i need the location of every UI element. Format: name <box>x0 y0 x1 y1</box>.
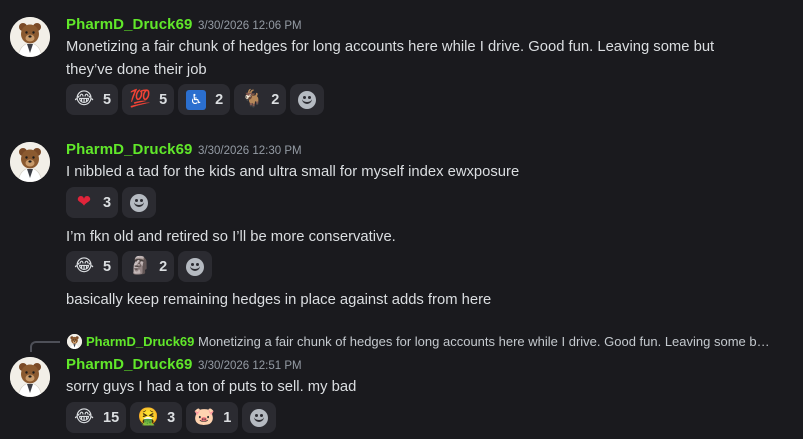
reaction[interactable]: 😂 5 <box>66 84 119 115</box>
reaction[interactable]: ❤ 3 <box>66 187 119 218</box>
reaction-count: 5 <box>103 91 112 108</box>
reaction-count: 1 <box>223 409 232 426</box>
timestamp[interactable]: 3/30/2026 12:06 PM <box>198 20 302 32</box>
avatar[interactable] <box>10 17 50 57</box>
joy-emoji-icon: 😂 <box>74 407 94 427</box>
username[interactable]: PharmD_Druck69 <box>66 141 192 158</box>
reaction[interactable]: 🗿 2 <box>122 251 175 282</box>
smile-plus-icon <box>250 408 269 427</box>
reaction[interactable]: ♿ 2 <box>178 84 231 115</box>
reply-avatar[interactable] <box>67 334 82 349</box>
reply-connector <box>30 341 60 352</box>
reaction[interactable]: 💯 5 <box>122 84 175 115</box>
message-text: basically keep remaining hedges in place… <box>66 292 492 308</box>
reaction-count: 15 <box>103 409 120 426</box>
username[interactable]: PharmD_Druck69 <box>66 356 192 373</box>
message-text: sorry guys I had a ton of puts to sell. … <box>66 379 357 395</box>
reaction[interactable]: 😂 5 <box>66 251 119 282</box>
timestamp[interactable]: 3/30/2026 12:30 PM <box>198 145 302 157</box>
joy-emoji-icon: 😂 <box>74 89 94 109</box>
hundred-emoji-icon: 💯 <box>129 89 151 109</box>
bear-avatar-icon <box>10 357 50 397</box>
vomit-emoji-icon: 🤮 <box>137 407 159 427</box>
bear-avatar-icon <box>10 17 50 57</box>
reaction-count: 2 <box>215 91 224 108</box>
reply-username[interactable]: PharmD_Druck69 <box>86 334 194 349</box>
custom-emoji-icon: 🗿 <box>129 256 151 276</box>
message-text: I’m fkn old and retired so I’ll be more … <box>66 229 396 245</box>
reaction-count: 3 <box>103 194 112 211</box>
message-text: I nibbled a tad for the kids and ultra s… <box>66 164 520 180</box>
avatar[interactable] <box>10 142 50 182</box>
reaction-count: 3 <box>167 409 176 426</box>
goat-emoji-icon: 🐐 <box>241 89 263 109</box>
reaction-count: 5 <box>103 258 112 275</box>
message-text-line-1: Monetizing a fair chunk of hedges for lo… <box>66 39 715 55</box>
smile-plus-icon <box>298 90 317 109</box>
username[interactable]: PharmD_Druck69 <box>66 16 192 33</box>
reaction-bar: ❤ 3 <box>66 187 157 218</box>
bear-avatar-icon <box>10 142 50 182</box>
reaction-bar: 😂 5 🗿 2 <box>66 251 213 282</box>
wheelchair-emoji-icon: ♿ <box>186 89 207 110</box>
reaction-bar: 😂 15 🤮 3 🐷 1 <box>66 402 277 433</box>
reaction-count: 5 <box>159 91 168 108</box>
reaction-count: 2 <box>159 258 168 275</box>
add-reaction-button[interactable] <box>290 84 325 115</box>
smile-plus-icon <box>130 193 149 212</box>
smile-plus-icon <box>186 257 205 276</box>
joy-emoji-icon: 😂 <box>74 256 94 276</box>
reaction-bar: 😂 5 💯 5 ♿ 2 🐐 2 <box>66 84 325 115</box>
avatar[interactable] <box>10 357 50 397</box>
timestamp[interactable]: 3/30/2026 12:51 PM <box>198 360 302 372</box>
reaction[interactable]: 🤮 3 <box>130 402 183 433</box>
reaction-count: 2 <box>271 91 280 108</box>
reaction[interactable]: 😂 15 <box>66 402 127 433</box>
add-reaction-button[interactable] <box>122 187 157 218</box>
bear-avatar-icon <box>67 334 82 349</box>
reply-preview-text[interactable]: Monetizing a fair chunk of hedges for lo… <box>198 334 770 349</box>
add-reaction-button[interactable] <box>178 251 213 282</box>
add-reaction-button[interactable] <box>242 402 277 433</box>
message-text-line-2: they’ve done their job <box>66 62 207 78</box>
pig-emoji-icon: 🐷 <box>193 407 215 427</box>
reaction[interactable]: 🐷 1 <box>186 402 239 433</box>
heart-emoji-icon: ❤ <box>76 192 92 212</box>
reaction[interactable]: 🐐 2 <box>234 84 287 115</box>
